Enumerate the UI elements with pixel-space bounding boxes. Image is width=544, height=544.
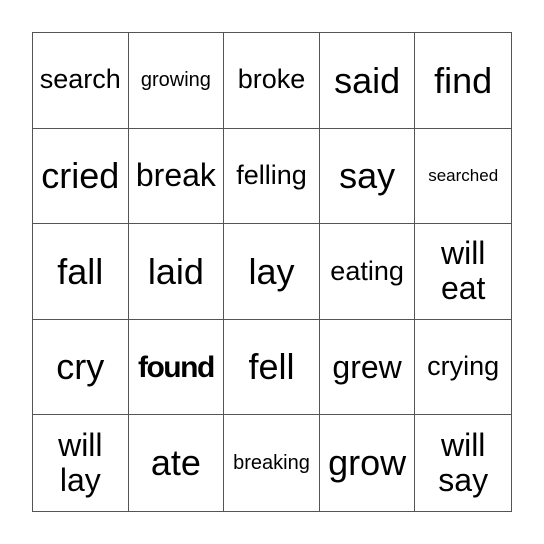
bingo-cell[interactable]: lay xyxy=(224,224,320,320)
bingo-cell[interactable]: will lay xyxy=(33,415,129,511)
bingo-cell[interactable]: cry xyxy=(33,319,129,416)
bingo-cell[interactable]: laid xyxy=(128,224,225,320)
bingo-cell[interactable]: grow xyxy=(320,415,416,511)
bingo-cell[interactable]: felling xyxy=(224,128,320,225)
bingo-cell[interactable]: crying xyxy=(415,320,511,416)
bingo-cell[interactable]: fall xyxy=(33,224,129,320)
bingo-cell[interactable]: growing xyxy=(128,33,225,129)
bingo-cell[interactable]: will say xyxy=(415,415,511,511)
bingo-cell[interactable]: search xyxy=(33,33,129,129)
bingo-cell[interactable]: grew xyxy=(319,319,416,416)
bingo-board: search growing broke said find cried bre… xyxy=(32,32,512,512)
bingo-cell[interactable]: fell xyxy=(224,319,320,416)
bingo-cell[interactable]: said xyxy=(319,33,416,129)
bingo-cell[interactable]: broke xyxy=(224,33,320,129)
bingo-cell[interactable]: will eat xyxy=(415,224,511,320)
bingo-cell[interactable]: eating xyxy=(319,224,416,320)
bingo-cell[interactable]: break xyxy=(128,128,225,225)
bingo-cell[interactable]: breaking xyxy=(224,415,320,511)
bingo-cell[interactable]: found xyxy=(128,319,225,416)
bingo-cell[interactable]: cried xyxy=(33,128,129,225)
bingo-cell[interactable]: searched xyxy=(415,129,511,225)
bingo-cell[interactable]: find xyxy=(415,33,511,129)
bingo-cell[interactable]: say xyxy=(319,128,416,225)
bingo-cell[interactable]: ate xyxy=(129,415,225,511)
